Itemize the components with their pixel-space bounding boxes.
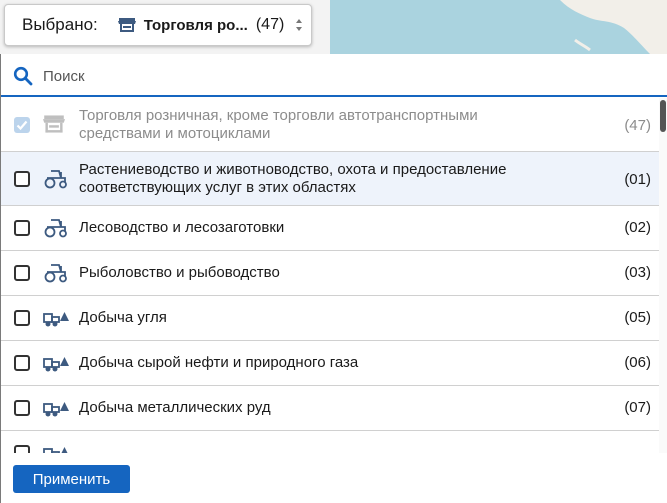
item-code: (07) — [624, 399, 651, 416]
checkmark-icon — [16, 120, 28, 131]
mining-truck-icon — [43, 443, 69, 453]
selected-count: (47) — [255, 16, 285, 33]
category-list[interactable]: Торговля розничная, кроме торговли автот… — [1, 98, 659, 453]
tractor-icon — [43, 169, 69, 194]
mining-truck-icon — [43, 308, 69, 333]
search-underline — [1, 95, 667, 97]
item-code: (01) — [624, 171, 651, 188]
search-input[interactable] — [43, 63, 643, 89]
selected-value: Торговля ро... — [143, 16, 248, 34]
item-label: Добыча сырой нефти и природного газа — [79, 354, 359, 371]
list-item[interactable]: Добыча металлических руд (07) — [1, 386, 659, 431]
mining-truck-icon — [43, 353, 69, 378]
item-code: (47) — [624, 117, 651, 134]
item-label: Растениеводство и животноводство, охота … — [79, 161, 507, 196]
item-code: (06) — [624, 354, 651, 371]
tractor-icon — [43, 218, 69, 243]
store-icon — [43, 114, 65, 139]
mining-truck-icon — [43, 398, 69, 423]
list-item[interactable]: Добыча сырой нефти и природного газа (06… — [1, 341, 659, 386]
list-item: Торговля розничная, кроме торговли автот… — [1, 98, 659, 152]
panel-footer: Применить — [1, 453, 667, 503]
item-code: (02) — [624, 219, 651, 236]
selected-category-dropdown[interactable]: Выбрано: Торговля ро... (47) — [4, 4, 312, 46]
item-label: Лесоводство и лесозаготовки — [79, 219, 285, 236]
list-scrollbar[interactable] — [659, 98, 667, 453]
list-item[interactable]: Растениеводство и животноводство, охота … — [1, 152, 659, 206]
checkbox-checked — [14, 117, 30, 133]
checkbox[interactable] — [14, 310, 30, 326]
store-icon — [117, 17, 136, 33]
list-item[interactable]: Рыболовство и рыбоводство (03) — [1, 251, 659, 296]
selected-label: Выбрано: — [22, 15, 98, 34]
search-bar — [1, 54, 667, 98]
checkbox[interactable] — [14, 220, 30, 236]
scrollbar-thumb[interactable] — [660, 100, 666, 132]
item-label: Добыча металлических руд — [79, 399, 271, 416]
item-label: Добыча угля — [79, 309, 167, 326]
tractor-icon — [43, 263, 69, 288]
checkbox[interactable] — [14, 400, 30, 416]
item-code: (03) — [624, 264, 651, 281]
list-item[interactable]: Лесоводство и лесозаготовки (02) — [1, 206, 659, 251]
checkbox[interactable] — [14, 171, 30, 187]
item-code: (05) — [624, 309, 651, 326]
list-item[interactable] — [1, 431, 659, 453]
checkbox[interactable] — [14, 445, 30, 453]
list-item[interactable]: Добыча угля (05) — [1, 296, 659, 341]
search-icon — [13, 66, 33, 86]
checkbox[interactable] — [14, 355, 30, 371]
category-dropdown-panel: Торговля розничная, кроме торговли автот… — [0, 54, 667, 503]
item-label: Рыболовство и рыбоводство — [79, 264, 280, 281]
item-label: Торговля розничная, кроме торговли автот… — [79, 107, 478, 142]
checkbox[interactable] — [14, 265, 30, 281]
updown-arrow-icon — [296, 19, 302, 31]
apply-button[interactable]: Применить — [13, 465, 130, 493]
